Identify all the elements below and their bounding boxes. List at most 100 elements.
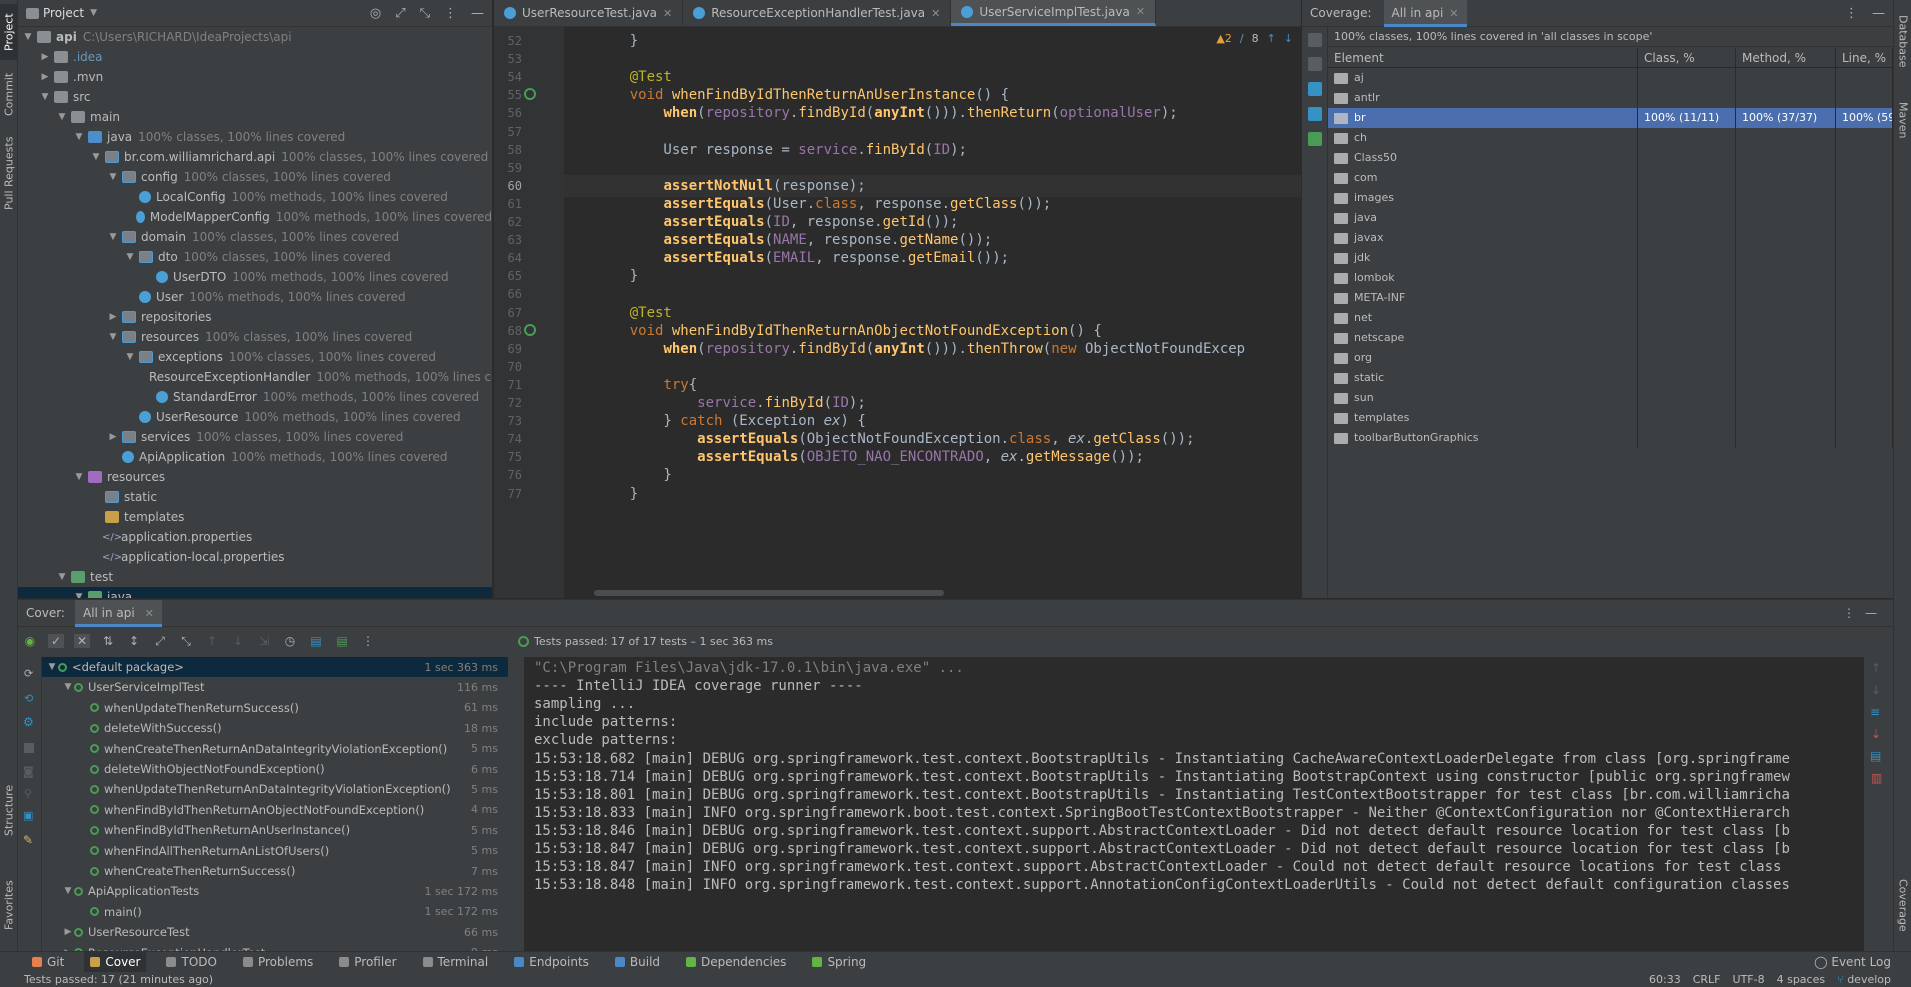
chevron-right-icon[interactable]: ▶ xyxy=(62,927,74,937)
coverage-column-header[interactable]: Class, % xyxy=(1638,48,1736,67)
tree-item[interactable]: LocalConfig 100% methods, 100% lines cove… xyxy=(18,187,492,207)
tree-item[interactable]: ResourceExceptionHandler 100% methods, 10… xyxy=(18,367,492,387)
export-icon[interactable] xyxy=(1308,132,1322,146)
show-ignored-icon[interactable]: ✕ xyxy=(74,634,90,648)
tree-item[interactable]: ▼ resources xyxy=(18,467,492,487)
tree-item[interactable]: User 100% methods, 100% lines covered xyxy=(18,287,492,307)
typo-icon[interactable]: ∕ xyxy=(1240,32,1244,45)
tree-item[interactable]: ▼ domain 100% classes, 100% lines covered xyxy=(18,227,492,247)
tree-item[interactable]: ▶ repositories xyxy=(18,307,492,327)
tree-item[interactable]: ▶ .idea xyxy=(18,47,492,67)
coverage-row[interactable]: Class50 xyxy=(1328,148,1893,168)
coverage-column-header[interactable]: Method, % xyxy=(1736,48,1836,67)
project-tool-tab[interactable]: Project xyxy=(0,4,18,60)
line-separator[interactable]: CRLF xyxy=(1693,973,1721,986)
test-history-icon[interactable]: ◷ xyxy=(282,634,298,648)
tree-item[interactable]: ApiApplication 100% methods, 100% lines c… xyxy=(18,447,492,467)
hide-icon[interactable]: — xyxy=(1865,606,1877,620)
test-row[interactable]: deleteWithObjectNotFoundException() 6 ms xyxy=(42,759,508,779)
chevron-down-icon[interactable]: ▼ xyxy=(46,662,58,672)
coverage-row[interactable]: jdk xyxy=(1328,248,1893,268)
close-icon[interactable]: ✕ xyxy=(931,7,940,20)
coverage-row[interactable]: sun xyxy=(1328,388,1893,408)
locate-icon[interactable]: ◎ xyxy=(370,6,381,21)
more-options-icon[interactable]: ⋮ xyxy=(1843,606,1855,620)
coverage-row[interactable]: images xyxy=(1328,188,1893,208)
navigate-with-single-click-icon[interactable] xyxy=(1308,82,1322,96)
coverage-row[interactable]: lombok xyxy=(1328,268,1893,288)
test-row[interactable]: whenUpdateThenReturnSuccess() 61 ms xyxy=(42,698,508,718)
scroll-to-end-icon[interactable]: ⇣ xyxy=(1871,727,1881,741)
coverage-row[interactable]: aj xyxy=(1328,68,1893,88)
tree-item[interactable]: UserResource 100% methods, 100% lines cov… xyxy=(18,407,492,427)
tree-item[interactable]: templates xyxy=(18,507,492,527)
caret-position[interactable]: 60:33 xyxy=(1649,973,1681,986)
editor-tab[interactable]: UserServiceImplTest.java ✕ xyxy=(951,0,1157,26)
chevron-right-icon[interactable]: ▶ xyxy=(107,312,119,322)
settings-icon[interactable]: ⚙ xyxy=(23,715,34,729)
line-number[interactable]: 77 xyxy=(494,483,564,505)
coverage-row[interactable]: net xyxy=(1328,308,1893,328)
coverage-row[interactable]: toolbarButtonGraphics xyxy=(1328,428,1893,448)
chevron-down-icon[interactable]: ▼ xyxy=(124,252,136,262)
hide-icon[interactable]: — xyxy=(471,6,484,21)
sort-alphabetically-icon[interactable]: ⇅ xyxy=(100,634,116,648)
tree-item[interactable]: ▼ resources 100% classes, 100% lines cover… xyxy=(18,327,492,347)
coverage-column-header[interactable]: Line, % xyxy=(1836,48,1893,67)
layout-icon[interactable]: ▣ xyxy=(23,809,33,822)
coverage-tool-tab[interactable]: Coverage xyxy=(1894,870,1911,940)
tree-item[interactable]: ▼ java 100% classes, 100% lines covered xyxy=(18,127,492,147)
tree-item[interactable]: UserDTO 100% methods, 100% lines covered xyxy=(18,267,492,287)
export-results-icon[interactable]: ▤ xyxy=(308,634,324,648)
coverage-row[interactable]: ch xyxy=(1328,128,1893,148)
tree-item[interactable]: ▼ main xyxy=(18,107,492,127)
run-icon[interactable]: ⟳ xyxy=(24,667,33,680)
test-row[interactable]: deleteWithSuccess() 18 ms xyxy=(42,718,508,738)
flatten-packages-icon[interactable] xyxy=(1308,57,1322,71)
scroll-up-icon[interactable]: ↑ xyxy=(1871,661,1881,675)
code-area[interactable]: } @Test void whenFindByIdThenReturnAnUse… xyxy=(564,27,1301,598)
bottom-tool-tab[interactable]: Build xyxy=(609,952,666,973)
bottom-tool-tab[interactable]: Profiler xyxy=(333,952,402,973)
bottom-tool-tab[interactable]: Endpoints xyxy=(508,952,595,973)
sort-by-duration-icon[interactable]: ↕ xyxy=(126,634,142,648)
inspection-widget[interactable]: ▲2 ∕ 8 ↑ ↓ xyxy=(1216,32,1293,45)
tree-item[interactable]: static xyxy=(18,487,492,507)
project-panel-title[interactable]: Project xyxy=(43,6,84,20)
bottom-tool-tab[interactable]: Terminal xyxy=(417,952,495,973)
test-row[interactable]: whenFindAllThenReturnAnListOfUsers() 5 ms xyxy=(42,841,508,861)
tree-item[interactable]: </> application-local.properties xyxy=(18,547,492,567)
close-icon[interactable]: ✕ xyxy=(145,607,154,620)
tree-item[interactable]: ModelMapperConfig 100% methods, 100% line… xyxy=(18,207,492,227)
more-options-icon[interactable]: ⋮ xyxy=(444,6,457,21)
test-row[interactable]: ▶ UserResourceTest 66 ms xyxy=(42,922,508,942)
next-highlight-icon[interactable]: ↓ xyxy=(1284,32,1293,45)
soft-wrap-icon[interactable]: ≡ xyxy=(1870,705,1880,719)
chevron-down-icon[interactable]: ▼ xyxy=(124,352,136,362)
scroll-down-icon[interactable]: ↓ xyxy=(1871,683,1881,697)
coverage-column-header[interactable]: Element xyxy=(1328,48,1638,67)
chevron-down-icon[interactable]: ▼ xyxy=(39,92,51,102)
coverage-row[interactable]: static xyxy=(1328,368,1893,388)
stop-icon[interactable] xyxy=(24,743,34,753)
database-tool-tab[interactable]: Database xyxy=(1894,6,1911,76)
git-branch[interactable]: ⑂ develop xyxy=(1837,973,1891,986)
camera-icon[interactable]: ◙ xyxy=(23,765,34,778)
more-options-icon[interactable]: ⋮ xyxy=(1845,6,1858,21)
test-row[interactable]: whenFindByIdThenReturnAnObjectNotFoundEx… xyxy=(42,800,508,820)
tree-item[interactable]: ▼ src xyxy=(18,87,492,107)
test-row[interactable]: whenUpdateThenReturnAnDataIntegrityViola… xyxy=(42,779,508,799)
tree-item[interactable]: ▼ br.com.williamrichard.api 100% classes, … xyxy=(18,147,492,167)
chevron-down-icon[interactable]: ▼ xyxy=(73,592,85,598)
commit-tool-tab[interactable]: Commit xyxy=(0,66,18,122)
chevron-down-icon[interactable]: ▼ xyxy=(107,332,119,342)
chevron-right-icon[interactable]: ▶ xyxy=(39,72,51,82)
chevron-down-icon[interactable]: ▼ xyxy=(90,8,97,18)
code-line[interactable]: } xyxy=(564,483,1301,505)
indent-setting[interactable]: 4 spaces xyxy=(1777,973,1826,986)
chevron-right-icon[interactable]: ▶ xyxy=(107,432,119,442)
chevron-down-icon[interactable]: ▼ xyxy=(56,572,68,582)
event-log-button[interactable]: ◯ Event Log xyxy=(1814,952,1891,973)
chevron-down-icon[interactable]: ▼ xyxy=(62,886,74,896)
tree-item[interactable]: </> application.properties xyxy=(18,527,492,547)
